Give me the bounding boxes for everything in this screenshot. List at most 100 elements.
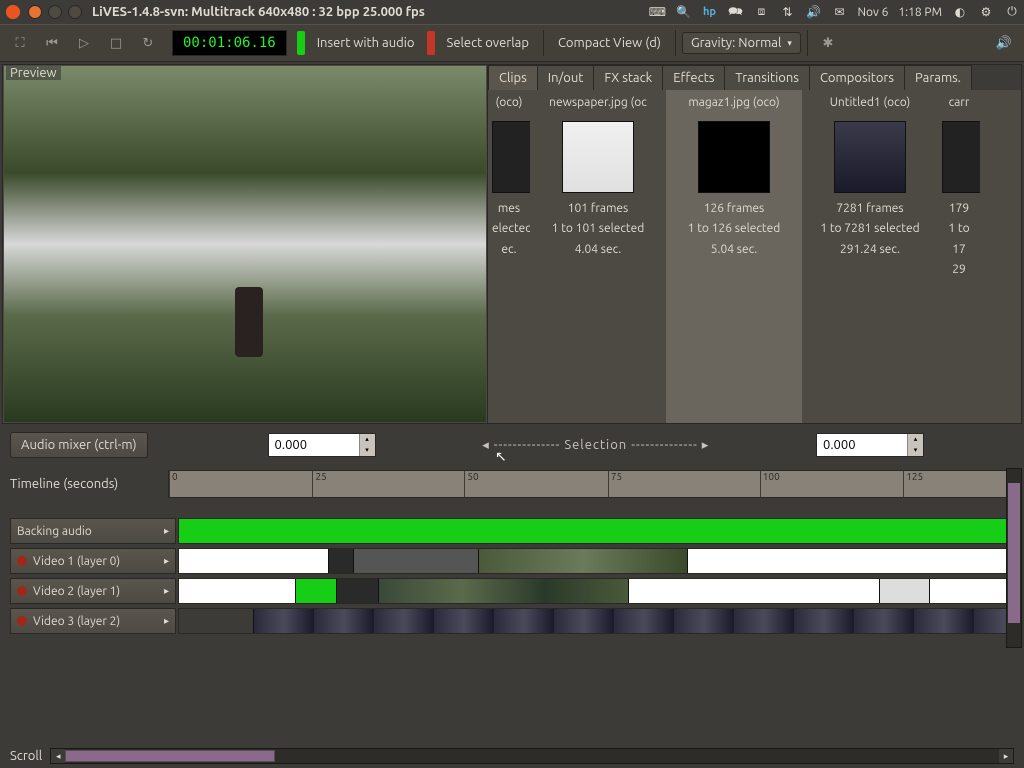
clip-item[interactable]: newspaper.jpg (oc 101 frames 1 to 101 se… <box>530 90 666 423</box>
insert-audio-label[interactable]: Insert with audio <box>309 36 423 50</box>
loop-button[interactable]: ↻ <box>134 30 162 56</box>
main-toolbar: ⛶ ⏮ ▷ □ ↻ 00:01:06.16 Insert with audio … <box>0 24 1024 62</box>
timeline-area: Timeline (seconds) 0 25 50 75 100 125 Ba… <box>0 466 1024 634</box>
track-video-3: Video 3 (layer 2) ▸ <box>10 608 1014 634</box>
window-close-button[interactable] <box>28 5 42 19</box>
track-header-v3[interactable]: Video 3 (layer 2) ▸ <box>10 608 176 634</box>
ruler-tick: 50 <box>464 471 478 497</box>
track-header-v1[interactable]: Video 1 (layer 0) ▸ <box>10 548 176 574</box>
clip-thumbnail <box>492 121 530 193</box>
horizontal-scrollbar[interactable]: ◂ ▸ <box>50 748 1014 764</box>
network-icon[interactable]: ⇅ <box>779 4 795 20</box>
track-body-backing[interactable] <box>178 518 1014 544</box>
hp-icon[interactable]: hp <box>701 4 717 20</box>
ruler-tick: 100 <box>760 471 780 497</box>
clip-item-selected[interactable]: magaz1.jpg (oco) 126 frames 1 to 126 sel… <box>666 90 802 423</box>
scroll-left-button[interactable]: ◂ <box>51 749 65 763</box>
window-title: LiVES-1.4.8-svn: Multitrack 640x480 : 32… <box>92 5 425 19</box>
ruler-tick: 0 <box>169 471 178 497</box>
scroll-area: Scroll ◂ ▸ <box>10 748 1014 764</box>
selection-end-input[interactable]: ▴▾ <box>816 433 924 457</box>
chevron-right-icon: ▸ <box>164 555 169 567</box>
fullscreen-button[interactable]: ⛶ <box>6 30 34 56</box>
power-icon[interactable]: ⏻ <box>1004 4 1020 20</box>
track-video-1: Video 1 (layer 0) ▸ <box>10 548 1014 574</box>
track-header-v2[interactable]: Video 2 (layer 1) ▸ <box>10 578 176 604</box>
main-split: Preview Clips In/out FX stack Effects Tr… <box>2 64 1022 424</box>
play-button[interactable]: ▷ <box>70 30 98 56</box>
clip-item[interactable]: Untitled1 (oco) 7281 frames 1 to 7281 se… <box>802 90 938 423</box>
mid-controls: Audio mixer (ctrl-m) ▴▾ Selection ▴▾ <box>0 424 1024 466</box>
spinner-buttons[interactable]: ▴▾ <box>359 434 375 456</box>
track-body-v1[interactable] <box>178 548 1014 574</box>
gravity-label: Gravity: Normal <box>691 36 781 50</box>
system-top-panel: LiVES-1.4.8-svn: Multitrack 640x480 : 32… <box>0 0 1024 24</box>
window-maximize-button[interactable] <box>68 5 82 19</box>
gear-icon[interactable]: ⚙ <box>978 4 994 20</box>
tab-params[interactable]: Params. <box>904 65 972 90</box>
timeline-label: Timeline (seconds) <box>10 473 160 495</box>
selection-start-input[interactable]: ▴▾ <box>268 433 376 457</box>
clip-thumbnail <box>698 121 770 193</box>
vertical-scrollbar[interactable] <box>1006 468 1022 648</box>
compact-view-button[interactable]: Compact View (d) <box>550 36 669 50</box>
gravity-dropdown[interactable]: Gravity: Normal ▾ <box>682 32 801 54</box>
ruler-tick: 75 <box>608 471 622 497</box>
track-body-v3[interactable] <box>178 608 1014 634</box>
stop-button[interactable]: □ <box>102 30 130 56</box>
tab-inout[interactable]: In/out <box>537 65 595 90</box>
clip-item[interactable]: (oco) mes elected ec. <box>488 90 530 423</box>
ruler-tick: 25 <box>312 471 326 497</box>
preview-image[interactable] <box>4 66 486 422</box>
ubuntu-logo-icon[interactable] <box>4 3 22 21</box>
tab-clips[interactable]: Clips <box>488 65 538 90</box>
rewind-button[interactable]: ⏮ <box>38 30 66 56</box>
clip-thumbnail <box>834 121 906 193</box>
tab-fxstack[interactable]: FX stack <box>593 65 663 90</box>
select-overlap-indicator <box>427 31 435 55</box>
select-overlap-label[interactable]: Select overlap <box>439 36 537 50</box>
spinner-buttons[interactable]: ▴▾ <box>907 434 923 456</box>
user-icon[interactable]: ◐ <box>952 4 968 20</box>
tab-compositors[interactable]: Compositors <box>809 65 905 90</box>
clips-pane: Clips In/out FX stack Effects Transition… <box>487 65 1021 423</box>
track-body-v2[interactable] <box>178 578 1014 604</box>
mail-icon[interactable]: ✉ <box>831 4 847 20</box>
clock-time[interactable]: 1:18 PM <box>898 6 942 19</box>
chat-icon[interactable]: 🗪 <box>727 4 743 20</box>
preview-pane: Preview <box>3 65 487 423</box>
selection-label: Selection <box>386 438 806 453</box>
chevron-right-icon: ▸ <box>164 525 169 537</box>
keyboard-icon[interactable]: ⌨ <box>649 4 665 20</box>
clips-tabs: Clips In/out FX stack Effects Transition… <box>488 65 1021 90</box>
plugin-button[interactable]: ✱ <box>814 30 842 56</box>
tab-effects[interactable]: Effects <box>662 65 725 90</box>
clip-thumbnail <box>562 121 634 193</box>
selection-end-field[interactable] <box>817 435 907 455</box>
track-header-backing[interactable]: Backing audio ▸ <box>10 518 176 544</box>
insert-audio-indicator <box>297 31 305 55</box>
dropbox-icon[interactable]: ⧈ <box>753 4 769 20</box>
record-icon <box>17 586 27 596</box>
clock-date[interactable]: Nov 6 <box>857 6 888 19</box>
record-icon <box>17 556 27 566</box>
chevron-right-icon: ▸ <box>164 585 169 597</box>
window-minimize-button[interactable] <box>48 5 62 19</box>
chevron-down-icon: ▾ <box>787 38 792 49</box>
scrollbar-thumb[interactable] <box>65 750 275 762</box>
clips-list[interactable]: (oco) mes elected ec. newspaper.jpg (oc … <box>488 90 1021 423</box>
selection-start-field[interactable] <box>269 435 359 455</box>
clip-thumbnail <box>942 121 980 193</box>
scroll-right-button[interactable]: ▸ <box>999 749 1013 763</box>
audio-button[interactable]: 🔊 <box>990 30 1018 56</box>
clip-item[interactable]: carr 179 1 to 17 29 <box>938 90 980 423</box>
timeline-ruler[interactable]: 0 25 50 75 100 125 <box>168 470 1014 498</box>
chevron-right-icon: ▸ <box>164 615 169 627</box>
search-icon[interactable]: 🔍 <box>675 4 691 20</box>
record-icon <box>17 616 27 626</box>
volume-icon[interactable]: 🔊 <box>805 4 821 20</box>
track-backing-audio: Backing audio ▸ <box>10 518 1014 544</box>
audio-mixer-button[interactable]: Audio mixer (ctrl-m) <box>10 432 148 458</box>
tab-transitions[interactable]: Transitions <box>724 65 810 90</box>
track-video-2: Video 2 (layer 1) ▸ <box>10 578 1014 604</box>
